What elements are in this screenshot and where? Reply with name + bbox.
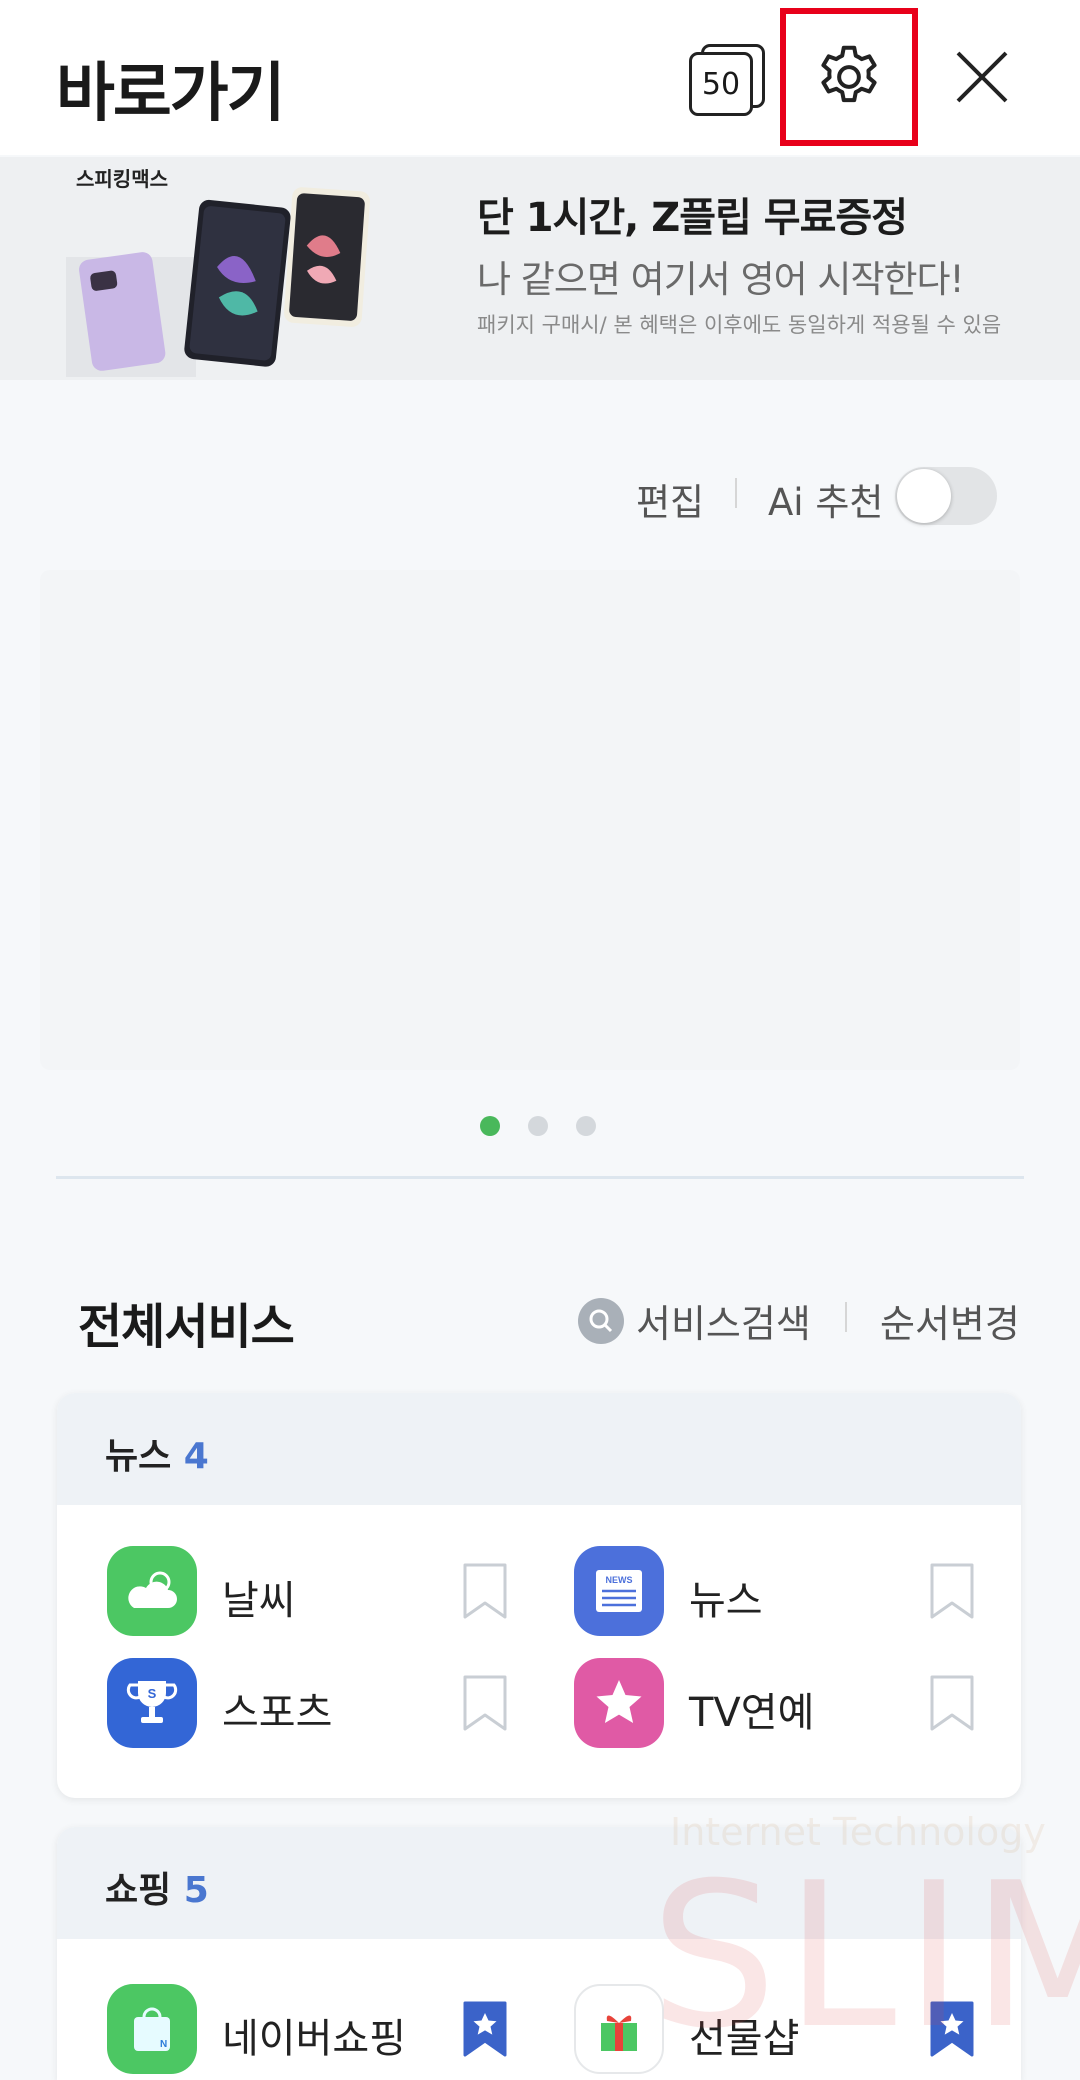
tab-count: 50 <box>689 52 753 116</box>
service-label: 네이버쇼핑 <box>222 2016 406 2062</box>
search-icon <box>578 1297 624 1344</box>
section-divider <box>56 1176 1024 1179</box>
section-name: 뉴스 <box>105 1436 172 1477</box>
trophy-icon: S <box>107 1658 197 1748</box>
reorder-button[interactable]: 순서변경 <box>880 1293 1020 1348</box>
edit-toolbar: 편집 Ai 추천 <box>0 460 1080 530</box>
banner-note: 패키지 구매시/ 본 혜택은 이후에도 동일하게 적용될 수 있음 <box>477 313 1002 337</box>
section-label: 뉴스 4 <box>105 1427 209 1479</box>
settings-button[interactable] <box>780 8 918 146</box>
section-name: 쇼핑 <box>105 1870 172 1911</box>
service-label: 스포츠 <box>222 1690 333 1736</box>
all-services-title: 전체서비스 <box>78 1299 295 1355</box>
weather-icon <box>107 1546 197 1636</box>
service-item-gift-shop[interactable]: 선물샵 <box>574 1984 1014 2076</box>
service-label: 날씨 <box>222 1578 296 1624</box>
service-label: 뉴스 <box>689 1578 763 1624</box>
bookmark-icon[interactable] <box>462 1674 508 1732</box>
divider <box>735 478 737 508</box>
section-label: 쇼핑 5 <box>105 1861 209 1913</box>
service-item-naver-shopping[interactable]: N 네이버쇼핑 <box>107 1984 547 2076</box>
shopping-section-card: 쇼핑 5 N 네이버쇼핑 선물샵 <box>57 1827 1021 2080</box>
carousel-dot[interactable] <box>528 1116 548 1136</box>
ad-banner[interactable]: 스피킹맥스 단 1시간, Z플립 무료증정 나 같으면 여기서 영어 시작한다!… <box>0 157 1080 380</box>
section-header: 뉴스 4 <box>57 1393 1021 1505</box>
ai-recommend-toggle[interactable] <box>895 467 997 525</box>
shopping-bag-icon: N <box>107 1984 197 2074</box>
close-icon <box>956 51 1008 103</box>
bookmark-icon[interactable] <box>462 1562 508 1620</box>
service-label: 선물샵 <box>689 2016 800 2062</box>
svg-text:NEWS: NEWS <box>606 1575 633 1585</box>
shortcut-carousel[interactable] <box>40 570 1020 1070</box>
ai-recommend-label: Ai 추천 <box>768 481 884 524</box>
bookmark-icon[interactable] <box>462 2000 508 2058</box>
carousel-dot[interactable] <box>576 1116 596 1136</box>
section-count: 5 <box>183 1870 209 1911</box>
banner-title: 단 1시간, Z플립 무료증정 <box>477 195 908 241</box>
tabs-button[interactable]: 50 <box>685 38 765 118</box>
bookmark-icon[interactable] <box>929 1562 975 1620</box>
close-button[interactable] <box>950 42 1014 112</box>
service-item-sports[interactable]: S 스포츠 <box>107 1658 547 1750</box>
news-icon: NEWS <box>574 1546 664 1636</box>
section-count: 4 <box>183 1436 209 1477</box>
phones-image <box>66 187 370 377</box>
page-title: 바로가기 <box>56 57 286 131</box>
bookmark-icon[interactable] <box>929 1674 975 1732</box>
bookmark-icon[interactable] <box>929 2000 975 2058</box>
service-label: TV연예 <box>689 1690 815 1736</box>
svg-text:N: N <box>160 2039 167 2050</box>
header: 바로가기 50 <box>0 0 1080 155</box>
service-item-tv-entertainment[interactable]: TV연예 <box>574 1658 1014 1750</box>
star-icon <box>574 1658 664 1748</box>
gear-icon <box>821 45 877 103</box>
gift-icon <box>574 1984 664 2074</box>
divider <box>845 1302 847 1332</box>
banner-subtitle: 나 같으면 여기서 영어 시작한다! <box>477 258 964 301</box>
news-section-card: 뉴스 4 날씨 NEWS 뉴스 S 스포츠 TV연예 <box>57 1393 1021 1798</box>
carousel-dot[interactable] <box>480 1116 500 1136</box>
section-header: 쇼핑 5 <box>57 1827 1021 1939</box>
service-search-label: 서비스검색 <box>636 1302 811 1346</box>
carousel-indicator <box>480 1116 596 1136</box>
edit-button[interactable]: 편집 <box>636 472 704 526</box>
service-item-weather[interactable]: 날씨 <box>107 1546 547 1638</box>
service-item-news[interactable]: NEWS 뉴스 <box>574 1546 1014 1638</box>
service-search-button[interactable]: 서비스검색 <box>578 1293 811 1348</box>
toggle-knob <box>897 469 951 523</box>
svg-text:S: S <box>148 1686 157 1701</box>
